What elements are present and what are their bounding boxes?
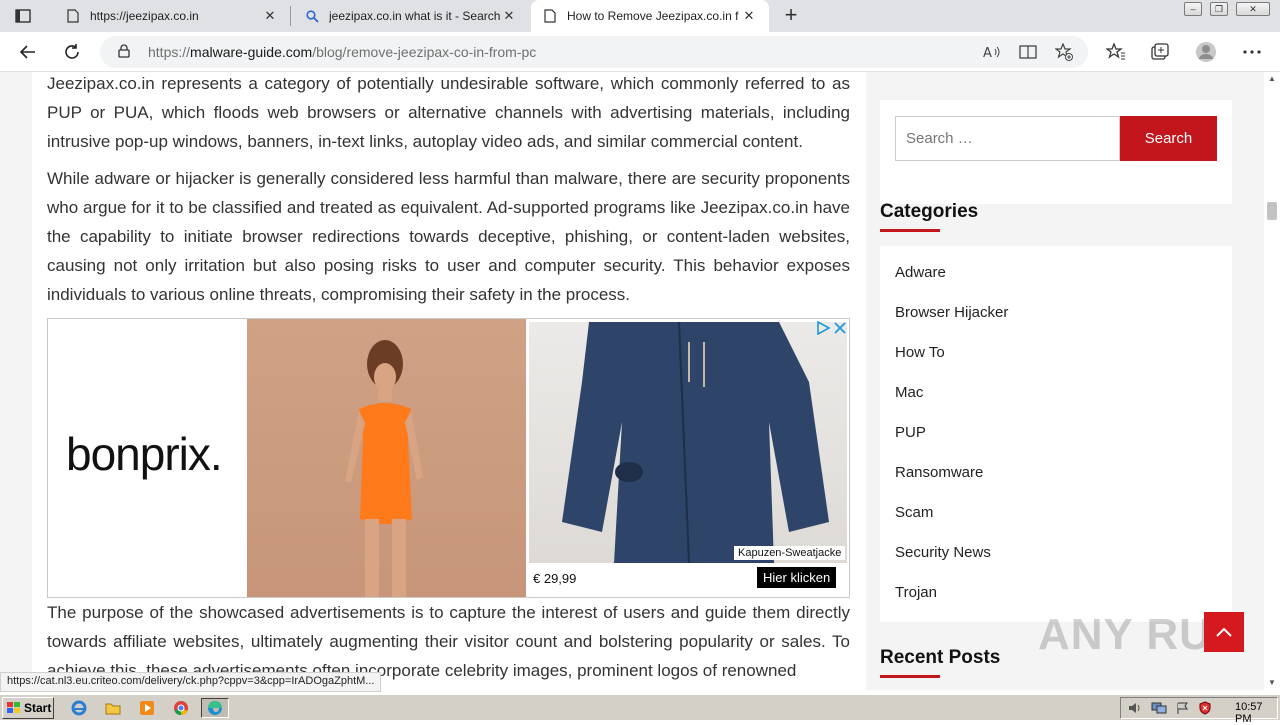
ad-brand-logo[interactable]: bonprix. <box>66 427 223 481</box>
media-player-icon[interactable] <box>136 698 158 718</box>
scroll-thumb[interactable] <box>1267 202 1277 220</box>
tab-title: How to Remove Jeezipax.co.in f <box>567 9 739 23</box>
chevron-up-icon <box>1216 627 1232 637</box>
tab-actions-button[interactable] <box>8 5 38 27</box>
search-widget: Search <box>880 100 1232 204</box>
category-link[interactable]: Trojan <box>895 584 937 601</box>
security-shield-icon[interactable] <box>1197 701 1213 715</box>
flag-icon[interactable] <box>1175 701 1191 715</box>
close-icon[interactable]: ✕ <box>741 8 757 24</box>
refresh-button[interactable] <box>58 38 86 66</box>
category-link[interactable]: Mac <box>895 384 923 401</box>
favorites-icon[interactable] <box>1104 40 1128 64</box>
vertical-scrollbar[interactable]: ▲ ▼ <box>1264 72 1280 690</box>
address-bar[interactable]: https://malware-guide.com/blog/remove-je… <box>100 36 1088 68</box>
ad-price: € 29,99 <box>533 571 577 586</box>
immersive-reader-icon[interactable] <box>1018 42 1038 62</box>
recent-posts-title: Recent Posts <box>880 647 1001 668</box>
category-link[interactable]: PUP <box>895 424 926 441</box>
back-to-top-button[interactable] <box>1204 612 1244 652</box>
categories-title: Categories <box>880 201 979 222</box>
system-tray: 10:57 PM <box>1120 697 1278 725</box>
sidebar: Search Categories Adware Browser Hijacke… <box>880 72 1232 690</box>
more-menu-icon[interactable] <box>1240 40 1264 64</box>
arrow-left-icon <box>19 45 35 59</box>
close-icon[interactable]: ✕ <box>501 8 517 24</box>
back-button[interactable] <box>14 38 42 66</box>
search-button[interactable]: Search <box>1120 116 1217 161</box>
read-aloud-icon[interactable]: A <box>982 42 1002 62</box>
restore-button[interactable]: ❐ <box>1210 2 1228 16</box>
category-link[interactable]: Browser Hijacker <box>895 304 1008 321</box>
tab-jeezipax[interactable]: https://jeezipax.co.in ✕ <box>54 0 290 32</box>
tab-active-article[interactable]: How to Remove Jeezipax.co.in f ✕ <box>531 0 769 32</box>
edge-icon[interactable] <box>201 698 229 718</box>
article-paragraph: Jeezipax.co.in represents a category of … <box>47 74 850 151</box>
clock: 10:57 PM <box>1235 701 1263 725</box>
advertisement[interactable]: bonprix. Kapuzen-Sweatjacke € 29,99 Hier… <box>47 318 850 598</box>
category-link[interactable]: Scam <box>895 504 933 521</box>
chrome-icon[interactable] <box>170 698 192 718</box>
add-favorite-icon[interactable] <box>1054 42 1074 62</box>
close-ad-icon[interactable] <box>834 321 846 335</box>
taskbar: Start 10:57 PM <box>0 694 1280 725</box>
new-tab-button[interactable]: + <box>779 4 803 28</box>
ad-info-icon[interactable] <box>816 320 831 336</box>
web-page: Jeezipax.co.in represents a category of … <box>0 72 1264 690</box>
svg-text:A: A <box>983 46 992 59</box>
article-content: Jeezipax.co.in represents a category of … <box>32 72 866 690</box>
profile-avatar-icon[interactable] <box>1194 40 1218 64</box>
tab-actions-icon <box>15 9 31 23</box>
page-icon <box>66 9 80 23</box>
ad-product-image-jacket[interactable] <box>529 321 847 564</box>
url-text: https://malware-guide.com/blog/remove-je… <box>148 44 537 60</box>
category-link[interactable]: Security News <box>895 544 991 561</box>
folder-icon[interactable] <box>102 698 124 718</box>
lock-icon <box>118 44 130 63</box>
browser-toolbar: https://malware-guide.com/blog/remove-je… <box>0 32 1280 72</box>
tab-strip: https://jeezipax.co.in ✕ jeezipax.co.in … <box>0 0 1280 32</box>
article-paragraph: While adware or hijacker is generally co… <box>47 169 850 304</box>
status-bar-url: https://cat.nl3.eu.criteo.com/delivery/c… <box>0 672 382 692</box>
collections-icon[interactable] <box>1148 40 1172 64</box>
refresh-icon <box>65 44 79 59</box>
tab-search[interactable]: jeezipax.co.in what is it - Search ✕ <box>293 0 529 32</box>
tab-divider <box>290 6 291 26</box>
ad-product-name: Kapuzen-Sweatjacke <box>734 546 846 560</box>
ad-cta-button[interactable]: Hier klicken <box>757 567 837 588</box>
start-button[interactable]: Start <box>2 697 54 719</box>
categories-list: Adware Browser Hijacker How To Mac PUP R… <box>880 246 1232 622</box>
search-input[interactable] <box>895 116 1120 161</box>
close-window-button[interactable]: ✕ <box>1236 2 1270 16</box>
category-link[interactable]: How To <box>895 344 945 361</box>
windows-logo-icon <box>7 702 20 713</box>
page-icon <box>543 9 557 23</box>
scroll-down-arrow[interactable]: ▼ <box>1264 676 1280 690</box>
scroll-up-arrow[interactable]: ▲ <box>1264 72 1280 86</box>
ad-product-image-dress[interactable] <box>247 319 526 597</box>
minimize-button[interactable]: – <box>1184 2 1202 16</box>
ie-icon[interactable] <box>68 698 90 718</box>
category-link[interactable]: Ransomware <box>895 464 983 481</box>
network-icon[interactable] <box>1151 701 1167 715</box>
category-link[interactable]: Adware <box>895 264 946 281</box>
title-underline <box>880 675 940 678</box>
ad-choices[interactable] <box>816 320 848 336</box>
close-icon[interactable]: ✕ <box>262 8 278 24</box>
tab-title: jeezipax.co.in what is it - Search <box>329 9 501 23</box>
tab-title: https://jeezipax.co.in <box>90 9 199 23</box>
title-underline <box>880 229 940 232</box>
search-icon <box>305 9 319 23</box>
volume-icon[interactable] <box>1127 701 1143 715</box>
